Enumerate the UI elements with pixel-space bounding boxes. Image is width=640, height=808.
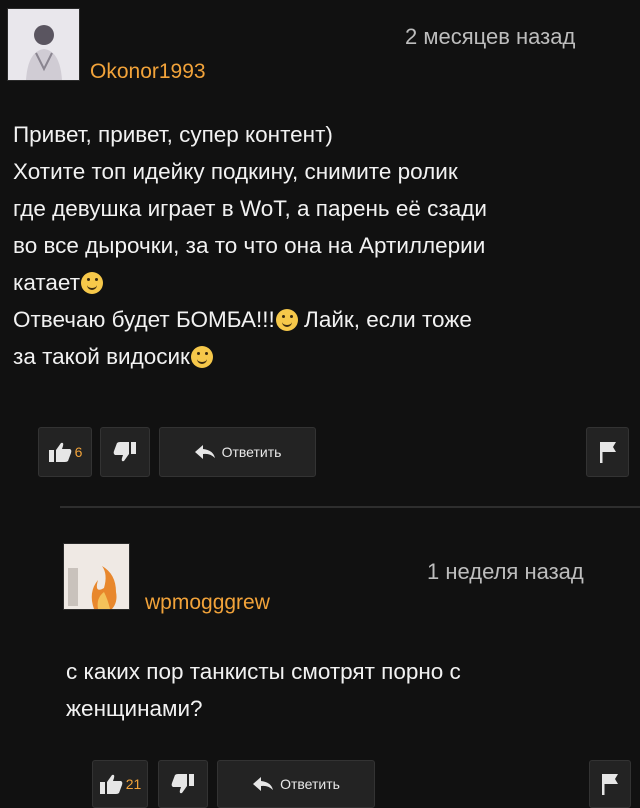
text-line: Привет, привет, супер контент) [13, 122, 333, 147]
comment-text: с каких пор танкисты смотрят порно с жен… [66, 653, 461, 727]
text-segment: за такой видосик [13, 344, 190, 369]
timestamp: 2 месяцев назад [405, 24, 576, 49]
thumbs-up-icon [48, 442, 71, 462]
like-count: 21 [125, 776, 142, 792]
text-line: Хотите топ идейку подкину, снимите ролик [13, 159, 458, 184]
smiley-emoji-icon [81, 272, 103, 294]
thumbs-up-icon [99, 774, 123, 794]
text-line: за такой видосик [13, 338, 487, 375]
text-segment: катает [13, 270, 80, 295]
flag-button[interactable] [589, 760, 631, 808]
like-button[interactable]: 6 [38, 427, 92, 477]
text-segment: Отвечаю будет БОМБА!!! [13, 307, 275, 332]
flag-icon [599, 442, 616, 463]
dislike-button[interactable] [158, 760, 208, 808]
like-button[interactable]: 21 [92, 760, 148, 808]
thumbs-down-icon [171, 774, 194, 794]
text-line: катает [13, 264, 487, 301]
reply-label: Ответить [280, 776, 340, 792]
smiley-emoji-icon [275, 309, 298, 331]
username[interactable]: wpmogggrew [145, 591, 270, 615]
text-line: во все дырочки, за то что она на Артилле… [13, 233, 486, 258]
reply-button[interactable]: Ответить [217, 760, 375, 808]
smiley-emoji-icon [190, 346, 213, 368]
flag-icon [602, 774, 618, 795]
reply-arrow-icon [194, 445, 215, 459]
thumbs-down-icon [113, 442, 136, 462]
reply-label: Ответить [221, 444, 282, 460]
text-line: с каких пор танкисты смотрят порно с [66, 659, 461, 684]
text-segment: Лайк, если тоже [304, 307, 472, 332]
avatar[interactable] [7, 8, 80, 81]
avatar[interactable] [63, 543, 130, 610]
text-line: где девушка играет в WoT, а парень её сз… [13, 196, 487, 221]
like-count: 6 [74, 444, 83, 460]
dislike-button[interactable] [100, 427, 150, 477]
flag-button[interactable] [586, 427, 629, 477]
text-line: Отвечаю будет БОМБА!!! Лайк, если тоже [13, 301, 487, 338]
divider [60, 506, 640, 508]
username[interactable]: Okonor1993 [90, 60, 206, 84]
timestamp: 1 неделя назад [427, 559, 584, 584]
comment-text: Привет, привет, супер контент) Хотите то… [13, 116, 487, 375]
text-line: женщинами? [66, 696, 203, 721]
reply-arrow-icon [253, 777, 274, 791]
reply-button[interactable]: Ответить [159, 427, 316, 477]
